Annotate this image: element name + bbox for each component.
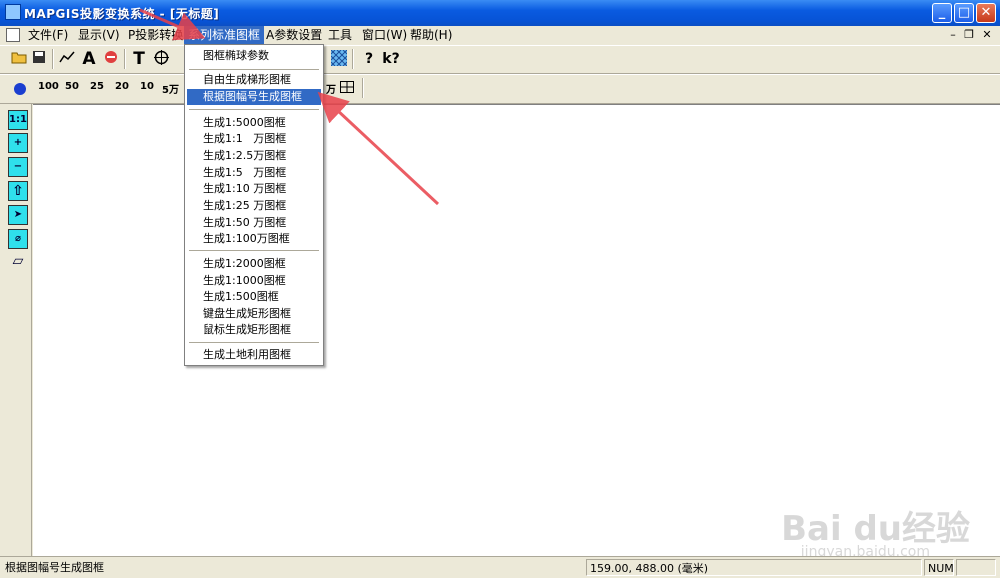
scale-50[interactable]: 50	[65, 81, 79, 92]
text-t-icon[interactable]: T	[130, 50, 148, 68]
zoom-in-icon[interactable]: +	[8, 133, 28, 153]
scale-20[interactable]: 20	[115, 81, 129, 92]
help-icon[interactable]: ?	[360, 50, 378, 68]
open-folder-icon[interactable]	[10, 50, 28, 68]
title-bar: MAPGIS投影变换系统 - [无标题] _ □ ✕	[0, 0, 1000, 26]
menu-window[interactable]: 窗口(W)	[358, 26, 411, 45]
status-num-lock: NUM	[924, 559, 954, 576]
eraser-icon[interactable]: ▱	[8, 252, 28, 272]
menu-item-mouse-rect[interactable]: 鼠标生成矩形图框	[187, 322, 321, 338]
menu-separator	[189, 342, 319, 344]
main-toolbar: A T ? k?	[0, 45, 1000, 74]
toolbar-separator	[352, 49, 354, 69]
baidu-watermark: Bai du经验	[781, 509, 970, 549]
menu-item-1-1wan[interactable]: 生成1:1 万图框	[187, 131, 321, 147]
save-icon[interactable]	[30, 50, 48, 68]
menu-item-free-trapezoid[interactable]: 自由生成梯形图框	[187, 72, 321, 88]
toolbar-separator	[52, 49, 54, 69]
menu-item-1-500[interactable]: 生成1:500图框	[187, 289, 321, 305]
menu-item-1-5000[interactable]: 生成1:5000图框	[187, 115, 321, 131]
menu-standard-frames[interactable]: 系列标准图框	[184, 26, 265, 45]
scale-5wan[interactable]: 5万	[162, 81, 179, 96]
status-empty-panel	[956, 559, 996, 576]
mdi-close-button[interactable]: ✕	[980, 28, 994, 42]
menu-item-1-2-5wan[interactable]: 生成1:2.5万图框	[187, 148, 321, 164]
menu-item-ellipsoid-params[interactable]: 图框椭球参数	[187, 48, 321, 64]
close-button[interactable]: ✕	[976, 3, 996, 23]
menu-separator	[189, 250, 319, 252]
app-icon[interactable]	[5, 4, 21, 20]
zoom-out-icon[interactable]: −	[8, 157, 28, 177]
menu-tools[interactable]: 工具	[324, 26, 356, 45]
maximize-button[interactable]: □	[954, 3, 974, 23]
status-message: 根据图幅号生成图框	[5, 561, 104, 574]
mdi-minimize-button[interactable]: –	[946, 28, 960, 42]
menu-item-1-5wan[interactable]: 生成1:5 万图框	[187, 165, 321, 181]
menu-item-by-sheet-number[interactable]: 根据图幅号生成图框	[187, 89, 321, 105]
menu-item-land-use[interactable]: 生成土地利用图框	[187, 347, 321, 363]
standard-frames-dropdown: 图框椭球参数 自由生成梯形图框 根据图幅号生成图框 生成1:5000图框 生成1…	[184, 44, 324, 366]
menu-view[interactable]: 显示(V)	[74, 26, 124, 45]
menu-projection[interactable]: P投影转换	[124, 26, 187, 45]
minimize-button[interactable]: _	[932, 3, 952, 23]
hatch-pattern-icon[interactable]	[330, 49, 348, 68]
mdi-restore-button[interactable]: ❐	[962, 28, 976, 42]
whats-this-help-icon[interactable]: k?	[380, 50, 402, 68]
status-bar: 根据图幅号生成图框 159.00, 488.00 (毫米) NUM	[0, 556, 1000, 578]
crosshair-icon[interactable]	[152, 50, 170, 68]
scale-wan[interactable]: 万	[326, 81, 336, 96]
home-up-icon[interactable]: ⇧	[8, 181, 28, 201]
toolbar-separator	[124, 49, 126, 69]
actual-size-icon[interactable]: 1:1	[8, 110, 28, 130]
menu-help[interactable]: 帮助(H)	[406, 26, 456, 45]
scale-toolbar: 100 50 25 20 10 5万 万	[0, 74, 1000, 104]
menu-item-keyboard-rect[interactable]: 键盘生成矩形图框	[187, 306, 321, 322]
grid-icon[interactable]	[338, 80, 356, 98]
menu-separator	[189, 109, 319, 111]
color-dot-icon[interactable]	[14, 83, 26, 95]
status-coordinates: 159.00, 488.00 (毫米)	[586, 559, 922, 576]
menu-item-1-10wan[interactable]: 生成1:10 万图框	[187, 181, 321, 197]
attach-icon[interactable]: ⌀	[8, 229, 28, 249]
toolbar-separator	[362, 78, 364, 98]
menu-item-1-1000[interactable]: 生成1:1000图框	[187, 273, 321, 289]
menu-item-1-25wan[interactable]: 生成1:25 万图框	[187, 198, 321, 214]
left-toolbar: 1:1 + − ⇧ ➤ ⌀ ▱	[4, 104, 32, 556]
menu-parameters[interactable]: A参数设置	[262, 26, 326, 45]
menu-separator	[189, 69, 319, 71]
document-icon[interactable]	[6, 28, 20, 42]
window-title: MAPGIS投影变换系统 - [无标题]	[24, 7, 220, 21]
menu-item-1-100wan[interactable]: 生成1:100万图框	[187, 231, 321, 247]
scale-100[interactable]: 100	[38, 81, 59, 92]
line-icon[interactable]	[58, 50, 76, 68]
menu-item-1-2000[interactable]: 生成1:2000图框	[187, 256, 321, 272]
drawing-canvas[interactable]	[33, 104, 1000, 556]
pan-icon[interactable]: ➤	[8, 205, 28, 225]
menu-file[interactable]: 文件(F)	[24, 26, 72, 45]
text-a-icon[interactable]: A	[80, 50, 98, 68]
menu-item-1-50wan[interactable]: 生成1:50 万图框	[187, 215, 321, 231]
scale-10[interactable]: 10	[140, 81, 154, 92]
menu-bar: 文件(F) 显示(V) P投影转换 系列标准图框 A参数设置 工具 窗口(W) …	[0, 26, 1000, 45]
no-entry-icon[interactable]	[102, 50, 120, 68]
scale-25[interactable]: 25	[90, 81, 104, 92]
